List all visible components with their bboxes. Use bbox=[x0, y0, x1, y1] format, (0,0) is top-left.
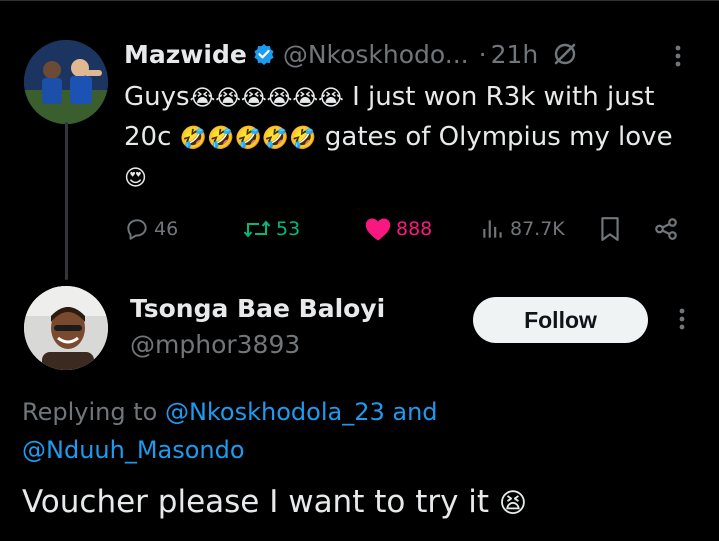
reply-icon bbox=[127, 219, 147, 240]
separator-dot: · bbox=[478, 39, 487, 69]
laughing-emoji-icon: 🤣🤣🤣🤣🤣 bbox=[179, 126, 317, 151]
reply-text: Voucher please I want to try it 😫 bbox=[22, 484, 528, 520]
reply-count: 46 bbox=[154, 218, 179, 240]
share-button[interactable] bbox=[652, 214, 684, 244]
share-icon bbox=[655, 218, 677, 240]
tweet-text: Guys😭😭😭😭😭😭 I just won R3k with just 20c … bbox=[124, 78, 699, 198]
tweet-header: Mazwide @Nkoskhodo... · 21h bbox=[124, 38, 578, 70]
more-options-icon[interactable] bbox=[672, 42, 684, 70]
author-name[interactable]: Mazwide bbox=[124, 40, 247, 69]
tsonga-avatar[interactable] bbox=[24, 286, 108, 370]
views-count: 87.7K bbox=[510, 218, 565, 240]
like-count: 888 bbox=[396, 218, 433, 240]
reply-author-name[interactable]: Tsonga Bae Baloyi bbox=[130, 294, 385, 323]
bookmark-button[interactable] bbox=[598, 214, 626, 244]
author-handle[interactable]: @Nkoskhodo... bbox=[283, 40, 469, 69]
mention-link-2[interactable]: @Nduuh_Masondo bbox=[22, 436, 245, 464]
crying-emoji-icon: 😭😭😭😭😭😭 bbox=[189, 86, 344, 111]
views-icon bbox=[483, 220, 502, 238]
top-divider bbox=[0, 0, 719, 19]
reply-more-options-icon[interactable] bbox=[676, 305, 688, 333]
replying-and-text: and bbox=[384, 398, 438, 426]
like-icon bbox=[365, 218, 391, 241]
reply-author-handle[interactable]: @mphor3893 bbox=[130, 330, 300, 359]
bookmark-icon bbox=[601, 217, 619, 241]
mention-link-1[interactable]: @Nkoskhodola_23 bbox=[165, 398, 385, 426]
views-button[interactable]: 87.7K bbox=[480, 214, 565, 244]
replying-to-line: Replying to @Nkoskhodola_23 and @Nduuh_Ma… bbox=[22, 398, 438, 464]
grok-icon[interactable] bbox=[552, 41, 578, 67]
heart-eyes-emoji-icon: 😍 bbox=[124, 166, 147, 191]
thread-connector-line bbox=[65, 122, 68, 280]
verified-badge-icon bbox=[253, 43, 275, 65]
tweet-timestamp[interactable]: 21h bbox=[491, 40, 539, 69]
retweet-button[interactable]: 53 bbox=[242, 214, 300, 244]
retweet-count: 53 bbox=[276, 218, 301, 240]
tweet-actions-bar: 46 53 888 87.7K bbox=[124, 214, 684, 244]
mazwide-avatar[interactable] bbox=[24, 40, 108, 124]
tired-face-emoji-icon: 😫 bbox=[498, 488, 528, 519]
like-button[interactable]: 888 bbox=[364, 214, 432, 244]
follow-button[interactable]: Follow bbox=[473, 297, 648, 343]
reply-button[interactable]: 46 bbox=[124, 214, 178, 244]
retweet-icon bbox=[243, 220, 271, 238]
